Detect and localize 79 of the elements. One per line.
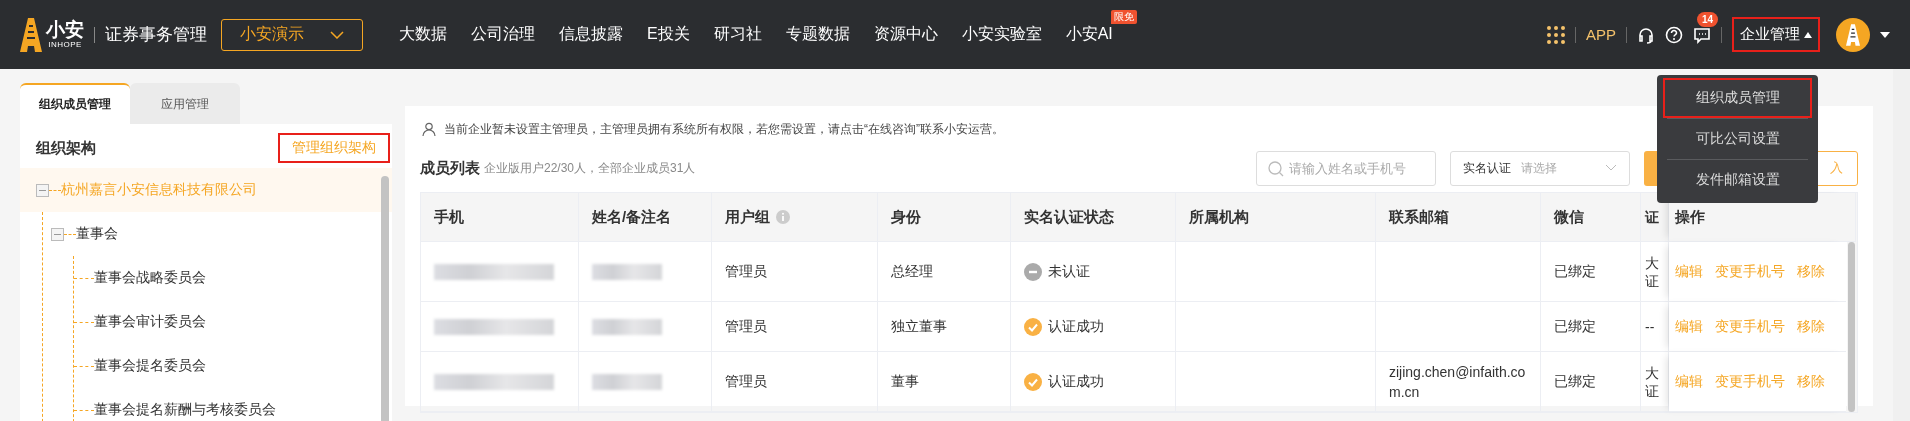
redacted-text xyxy=(592,373,662,390)
table-cell: 管理员 xyxy=(712,302,878,352)
column-header: 所属机构 xyxy=(1176,193,1376,242)
message-icon[interactable] xyxy=(1693,25,1711,44)
column-header: 用户组 xyxy=(712,193,878,242)
nav-link[interactable]: 信息披露 xyxy=(559,25,623,42)
nav-link[interactable]: 公司治理 xyxy=(471,25,535,42)
help-icon[interactable] xyxy=(1665,25,1683,44)
chevron-down-icon xyxy=(330,30,344,39)
tree-node[interactable]: 董事会审计委员会 xyxy=(74,300,392,344)
redacted-text xyxy=(592,263,662,280)
avatar[interactable] xyxy=(1836,17,1870,52)
workspace-dropdown[interactable]: 小安演示 xyxy=(221,18,363,51)
tab[interactable]: 应用管理 xyxy=(130,83,240,124)
logo-text: 小安 xyxy=(46,20,84,40)
scrollbar[interactable] xyxy=(1848,242,1855,412)
table-cell: 已绑定 xyxy=(1541,302,1641,352)
table-cell: 总经理 xyxy=(878,242,1011,302)
check-circle-icon xyxy=(1024,317,1042,336)
filter-select[interactable]: 实名认证 请选择 xyxy=(1450,150,1630,186)
column-header: 联系邮箱 xyxy=(1376,193,1541,242)
table-cell: -- xyxy=(1645,317,1655,336)
nav-link[interactable]: 资源中心 xyxy=(873,25,938,42)
check-circle-icon xyxy=(1024,372,1042,391)
headset-icon[interactable] xyxy=(1637,25,1655,44)
member-summary: 企业版用户22/30人，全部企业成员31人 xyxy=(484,159,696,177)
tree-node[interactable]: 董事会战略委员会 xyxy=(74,256,392,300)
user-icon xyxy=(422,122,436,136)
table-cell: 已绑定 xyxy=(1541,242,1641,302)
nav-link[interactable]: E投关 xyxy=(647,25,690,42)
notification-badge: 14 xyxy=(1697,11,1719,27)
table-cell-text: 大证 xyxy=(1645,363,1660,400)
logo-subtext: INHOPE xyxy=(48,40,82,49)
product-title: 证券事务管理 xyxy=(105,24,207,46)
redacted-text xyxy=(592,318,662,335)
app-link[interactable]: APP xyxy=(1586,26,1616,43)
table-cell: 董事 xyxy=(878,352,1011,412)
chevron-down-icon xyxy=(1605,164,1617,172)
list-title: 成员列表 xyxy=(420,158,480,178)
nav-link[interactable]: 专题数据 xyxy=(785,25,850,42)
tower-logo-icon xyxy=(1846,23,1860,46)
table-cell: 独立董事 xyxy=(878,302,1011,352)
free-badge: 限免 xyxy=(1110,10,1137,24)
search-field[interactable]: 请输入姓名或手机号 xyxy=(1256,150,1436,186)
nav-link[interactable]: 大数据 xyxy=(399,25,447,42)
caret-up-icon xyxy=(1804,31,1812,38)
tree-node[interactable]: 董事会提名薪酬与考核委员会 xyxy=(74,388,392,421)
collapse-icon[interactable] xyxy=(51,227,64,241)
column-header: 身份 xyxy=(878,193,1011,242)
table-cell: 管理员 xyxy=(712,242,878,302)
status-text: 认证成功 xyxy=(1048,317,1104,336)
tree-node[interactable]: 董事会提名委员会 xyxy=(74,344,392,388)
notice-text: 当前企业暂未设置主管理员，主管理员拥有系统所有权限，若您需设置，请点击“在线咨询”联系小安运营。 xyxy=(444,120,1004,138)
nav-link[interactable]: 小安实验室 xyxy=(961,25,1042,42)
menu-item[interactable]: 可比公司设置 xyxy=(1663,119,1812,159)
column-header: 手机 xyxy=(421,193,579,242)
nav-link[interactable]: 小安AI xyxy=(1065,25,1113,42)
app-grid-icon[interactable] xyxy=(1547,25,1565,44)
status-text: 认证成功 xyxy=(1048,372,1104,391)
panel-title: 组织架构 xyxy=(36,138,96,158)
info-icon xyxy=(776,210,790,224)
tower-logo-icon xyxy=(20,17,42,52)
minus-circle-icon xyxy=(1024,262,1042,281)
tab[interactable]: 组织成员管理 xyxy=(20,83,130,124)
column-header: 实名认证状态 xyxy=(1011,193,1176,242)
column-header: 微信 xyxy=(1541,193,1641,242)
status-text: 未认证 xyxy=(1048,262,1090,281)
tree-node[interactable]: 董事会 xyxy=(43,212,392,256)
admin-menu-button[interactable]: 企业管理 xyxy=(1732,17,1820,52)
nav-link[interactable]: 研习社 xyxy=(713,25,762,42)
collapse-icon[interactable] xyxy=(36,183,49,197)
column-header: 姓名/备注名 xyxy=(579,193,712,242)
table-cell-text: zijing.chen@infaith.com.cn xyxy=(1389,362,1527,402)
scrollbar[interactable] xyxy=(381,176,389,421)
menu-item[interactable]: 组织成员管理 xyxy=(1663,78,1812,118)
table-cell: 管理员 xyxy=(712,352,878,412)
table-cell-text: 大证 xyxy=(1645,253,1660,290)
table-cell: 已绑定 xyxy=(1541,352,1641,412)
caret-down-icon[interactable] xyxy=(1880,31,1890,38)
